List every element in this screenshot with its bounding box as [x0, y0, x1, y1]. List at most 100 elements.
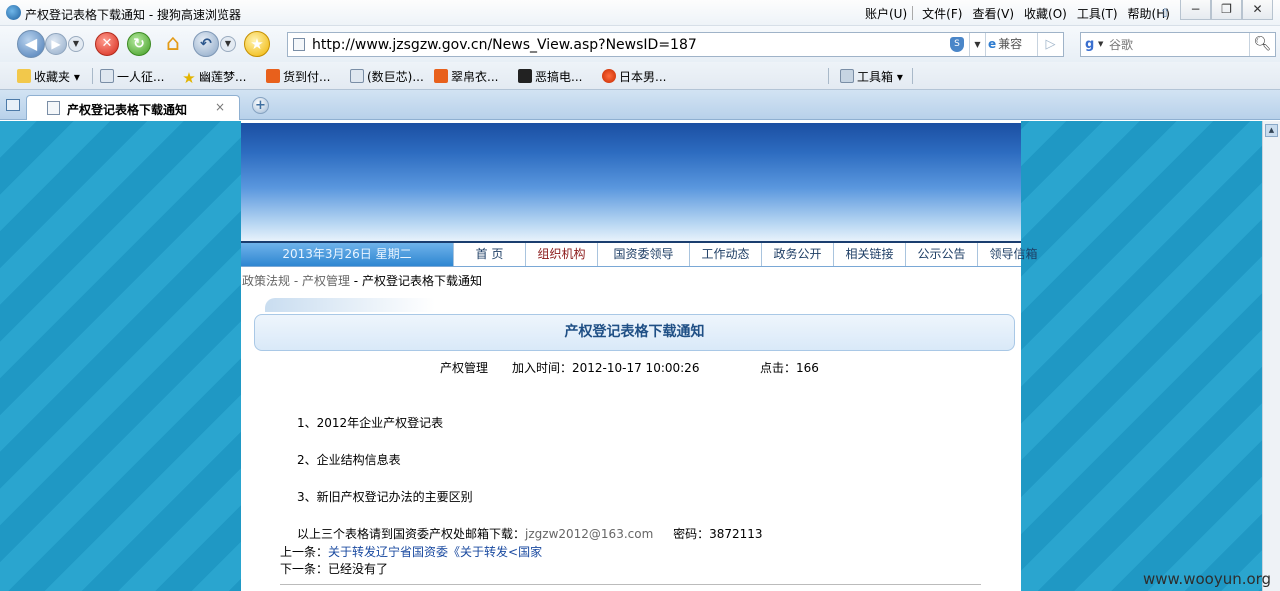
favorites-menu[interactable]: 收藏夹 ▾	[17, 68, 80, 85]
site-banner	[241, 123, 1021, 241]
article-category: 产权管理	[440, 361, 489, 375]
undo-dropdown-button[interactable]: ▼	[220, 36, 236, 52]
fav-label: 日本男...	[619, 70, 667, 84]
tab-active[interactable]: 产权登记表格下载通知 ×	[26, 95, 240, 120]
nav-links[interactable]: 相关链接	[833, 243, 905, 266]
google-icon[interactable]: g	[1085, 37, 1094, 52]
go-button[interactable]: ▷	[1037, 33, 1063, 56]
star-folder-icon	[17, 69, 31, 83]
search-icon[interactable]: 🔍︎	[1249, 33, 1275, 56]
history-dropdown-button[interactable]: ▼	[68, 36, 84, 52]
security-shield-icon[interactable]: S	[950, 37, 964, 52]
fav-item[interactable]: ★ 幽莲梦...	[182, 68, 247, 87]
fav-label: 翠帛衣...	[451, 70, 499, 84]
favorites-bar: 收藏夹 ▾ 一人征... ★ 幽莲梦... 货到付... (数巨芯)... 翠帛衣…	[0, 62, 1280, 90]
download-icon	[518, 69, 532, 83]
compat-label: 兼容	[998, 37, 1023, 51]
page-icon	[100, 69, 114, 83]
window-controls: − ❐ ✕	[1180, 0, 1273, 20]
address-bar[interactable]: http://www.jzsgzw.gov.cn/News_View.asp?N…	[287, 32, 1064, 57]
next-article-text: 已经没有了	[328, 562, 389, 576]
nav-gov-affairs[interactable]: 政务公开	[761, 243, 833, 266]
url-text[interactable]: http://www.jzsgzw.gov.cn/News_View.asp?N…	[312, 37, 697, 53]
close-window-button[interactable]: ✕	[1242, 0, 1273, 20]
fav-item[interactable]: 日本男...	[602, 68, 666, 85]
nav-mailbox[interactable]: 领导信箱	[977, 243, 1049, 266]
menu-favorites[interactable]: 收藏(O)	[1019, 5, 1072, 22]
article-date: 加入时间：2012-10-17 10:00:26	[512, 361, 700, 375]
fav-item[interactable]: 一人征...	[100, 68, 164, 85]
fav-item[interactable]: 翠帛衣...	[434, 68, 498, 85]
nav-items: 首 页 组织机构 国资委领导 工作动态 政务公开 相关链接 公示公告 领导信箱	[453, 243, 1049, 266]
minimize-button[interactable]: −	[1180, 0, 1211, 20]
tab-title: 产权登记表格下载通知	[67, 103, 188, 117]
article-clicks: 点击：166	[760, 361, 819, 375]
star-icon: ★	[182, 69, 196, 87]
pai-icon	[266, 69, 280, 83]
stop-button[interactable]: ✕	[95, 32, 119, 56]
menu-view[interactable]: 查看(V)	[967, 5, 1019, 22]
favorite-star-button[interactable]: ★	[244, 31, 270, 57]
fav-label: 幽莲梦...	[199, 70, 247, 84]
new-tab-button[interactable]: +	[252, 97, 269, 114]
fav-label: 收藏夹	[34, 70, 71, 84]
fav-label: (数巨芯)...	[367, 70, 424, 84]
prev-article-link[interactable]: 关于转发辽宁省国资委《关于转发<国家	[328, 545, 542, 559]
skin-icon[interactable]: ⇧	[1160, 6, 1170, 20]
next-article: 下一条：已经没有了	[280, 560, 388, 577]
pin-icon	[602, 69, 616, 83]
date-display: 2013年3月26日 星期二	[241, 243, 453, 266]
title-bar: 产权登记表格下载通知 - 搜狗高速浏览器 账户(U) 文件(F) 查看(V) 收…	[0, 0, 1280, 26]
breadcrumb: 政策法规 - 产权管理 - 产权登记表格下载通知	[242, 272, 482, 289]
tab-list-icon[interactable]	[6, 99, 20, 111]
fav-item[interactable]: 货到付...	[266, 68, 330, 85]
breadcrumb-policy[interactable]: 政策法规	[242, 274, 290, 288]
nav-work-news[interactable]: 工作动态	[689, 243, 761, 266]
window-title: 产权登记表格下载通知 - 搜狗高速浏览器	[25, 8, 241, 22]
watermark: www.wooyun.org	[1143, 570, 1272, 588]
menu-file[interactable]: 文件(F)	[917, 5, 967, 22]
page-icon	[350, 69, 364, 83]
list-item: 3、新旧产权登记办法的主要区别	[297, 490, 473, 504]
toolbox-menu[interactable]: 工具箱 ▾	[840, 68, 903, 85]
nav-announcements[interactable]: 公示公告	[905, 243, 977, 266]
page-icon	[293, 38, 305, 51]
search-box: g ▼ 🔍︎	[1080, 32, 1276, 57]
sogou-browser-icon	[6, 5, 21, 20]
search-input[interactable]	[1109, 36, 1244, 53]
navigation-toolbar: ◀ ▶ ▼ ✕ ↻ ⌂ ↶ ▼ ★ http://www.jzsgzw.gov.…	[0, 26, 1280, 62]
page-viewport: 2013年3月26日 星期二 首 页 组织机构 国资委领导 工作动态 政务公开 …	[0, 121, 1262, 591]
home-button[interactable]: ⌂	[160, 32, 186, 56]
breadcrumb-property[interactable]: - 产权管理	[290, 274, 350, 288]
search-engine-dropdown-icon[interactable]: ▼	[1098, 40, 1103, 48]
nav-home[interactable]: 首 页	[453, 243, 525, 266]
fav-item[interactable]: 恶搞电...	[518, 68, 582, 85]
menu-account[interactable]: 账户(U)	[860, 5, 912, 22]
web-page: 2013年3月26日 星期二 首 页 组织机构 国资委领导 工作动态 政务公开 …	[241, 121, 1038, 591]
back-button[interactable]: ◀	[17, 30, 45, 58]
nav-organization[interactable]: 组织机构	[525, 243, 597, 266]
divider	[280, 584, 981, 585]
breadcrumb-current: - 产权登记表格下载通知	[349, 274, 482, 288]
refresh-button[interactable]: ↻	[127, 32, 151, 56]
prev-article: 上一条：关于转发辽宁省国资委《关于转发<国家	[280, 543, 542, 560]
scroll-up-icon[interactable]: ▲	[1265, 124, 1278, 137]
fav-label: 一人征...	[117, 70, 165, 84]
nav-leaders[interactable]: 国资委领导	[597, 243, 689, 266]
address-dropdown-button[interactable]: ▼	[969, 33, 985, 56]
fav-item[interactable]: (数巨芯)...	[350, 68, 424, 85]
fav-label: 货到付...	[283, 70, 331, 84]
divider	[92, 68, 93, 84]
tab-close-icon[interactable]: ×	[215, 100, 225, 114]
forward-button[interactable]: ▶	[45, 33, 67, 55]
undo-close-button[interactable]: ↶	[193, 31, 219, 57]
email-address: jzgzw2012@163.com	[525, 527, 654, 541]
pai-icon	[434, 69, 448, 83]
restore-button[interactable]: ❐	[1211, 0, 1242, 20]
divider	[912, 68, 913, 84]
compat-mode-button[interactable]: e 兼容	[985, 33, 1035, 56]
vertical-scrollbar[interactable]: ▲	[1262, 121, 1280, 591]
prev-label: 上一条：	[280, 545, 329, 559]
menu-tools[interactable]: 工具(T)	[1072, 5, 1123, 22]
decorative-tab	[265, 298, 435, 312]
